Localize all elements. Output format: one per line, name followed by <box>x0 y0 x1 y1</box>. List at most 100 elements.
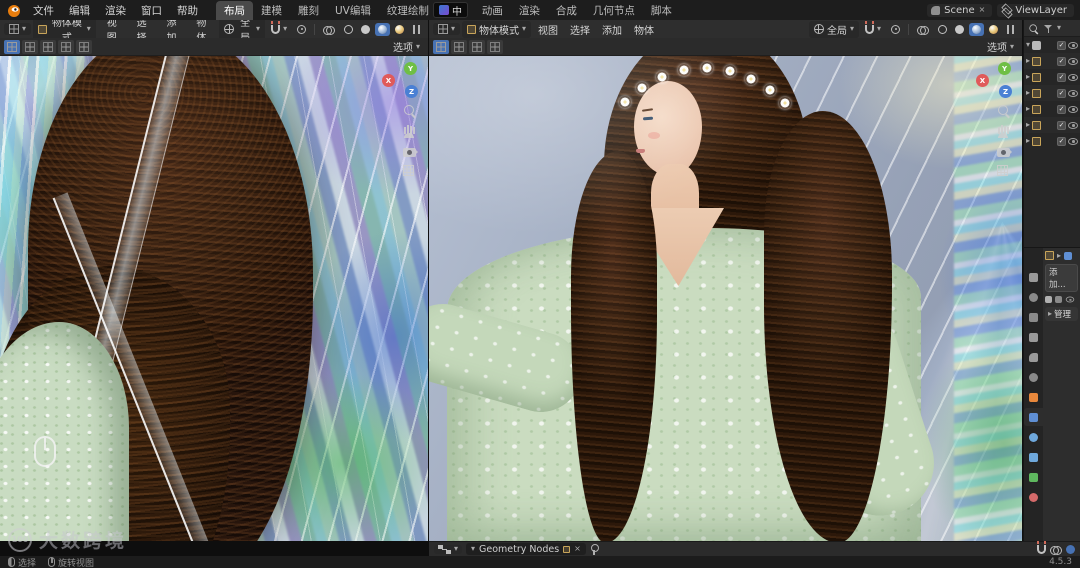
exclude-checkbox[interactable]: ✓ <box>1057 120 1066 130</box>
exclude-checkbox[interactable]: ✓ <box>1057 136 1066 146</box>
workspace-tab-uv[interactable]: UV编辑 <box>327 1 379 20</box>
shading-material-button[interactable] <box>969 22 984 36</box>
outliner-row[interactable]: ▸ ✓ <box>1024 85 1080 101</box>
disclosure-icon[interactable]: ▸ <box>1026 57 1030 65</box>
shading-solid-button[interactable] <box>358 23 373 36</box>
eye-icon[interactable] <box>1068 105 1078 113</box>
eye-icon[interactable] <box>1065 296 1075 303</box>
tool-button-2[interactable] <box>451 39 467 54</box>
gizmo-y-axis[interactable]: Y <box>404 62 417 75</box>
tab-material[interactable] <box>1024 488 1043 506</box>
shading-solid-button[interactable] <box>952 23 967 36</box>
editor-type-button[interactable]: ▾ <box>434 544 463 554</box>
workspace-tab-compositing[interactable]: 合成 <box>548 1 585 20</box>
tool-button-3[interactable] <box>40 39 56 54</box>
shading-rendered-button[interactable] <box>392 23 407 36</box>
zoom-icon[interactable] <box>403 104 416 117</box>
mode-dropdown[interactable]: 物体模式 ▾ <box>462 20 532 38</box>
camera-view-icon[interactable] <box>997 148 1012 157</box>
disclosure-icon[interactable]: ▸ <box>1026 121 1030 129</box>
zoom-icon[interactable] <box>997 104 1010 117</box>
gizmo-z-axis[interactable]: Z <box>405 85 418 98</box>
workspace-tab-modeling[interactable]: 建模 <box>253 1 290 20</box>
display-viewport-icon[interactable] <box>1045 296 1052 303</box>
overlays-icon[interactable] <box>1050 545 1062 555</box>
tab-render[interactable] <box>1024 288 1043 306</box>
disclosure-icon[interactable]: ▸ <box>1026 137 1030 145</box>
snap-button[interactable]: ▾ <box>267 20 291 35</box>
tab-object[interactable] <box>1024 388 1043 406</box>
transform-orientation-dropdown[interactable]: 全局 ▾ <box>808 20 859 38</box>
shading-wireframe-button[interactable] <box>935 23 950 36</box>
snap-button[interactable]: ▾ <box>861 20 885 35</box>
tab-object-data[interactable] <box>1024 468 1043 486</box>
exclude-checkbox[interactable]: ✓ <box>1057 56 1066 66</box>
exclude-checkbox[interactable]: ✓ <box>1057 72 1066 82</box>
tool-select-box-button[interactable] <box>4 39 20 54</box>
active-tool-icon[interactable] <box>1066 544 1075 554</box>
header-overflow-button[interactable] <box>409 24 424 35</box>
navigation-gizmo[interactable]: X Y Z <box>976 62 1012 98</box>
fake-user-icon[interactable] <box>563 545 571 553</box>
close-icon[interactable]: × <box>979 6 986 14</box>
outliner-row[interactable]: ▸ ✓ <box>1024 133 1080 149</box>
workspace-tab-geometry-nodes[interactable]: 几何节点 <box>585 1 643 20</box>
outliner-row[interactable]: ▾ ✓ <box>1024 37 1080 53</box>
scene-selector[interactable]: Scene × <box>927 3 993 17</box>
eye-icon[interactable] <box>1068 41 1078 49</box>
grid-view-icon[interactable] <box>403 165 414 176</box>
manage-subpanel-header[interactable]: ▸ 管理 <box>1045 307 1078 321</box>
editor-type-button[interactable]: ▾ <box>4 23 32 35</box>
browse-dropdown-icon[interactable]: ▾ <box>471 545 475 553</box>
outliner-row[interactable]: ▸ ✓ <box>1024 69 1080 85</box>
overlays-button[interactable] <box>913 24 933 35</box>
shading-wireframe-button[interactable] <box>341 23 356 36</box>
add-modifier-button[interactable]: 添加... <box>1045 264 1078 292</box>
disclosure-icon[interactable]: ▸ <box>1026 73 1030 81</box>
unlink-icon[interactable]: × <box>574 545 581 553</box>
magnet-icon[interactable] <box>1037 540 1046 554</box>
pan-hand-icon[interactable] <box>997 125 1009 138</box>
menu-edit[interactable]: 编辑 <box>62 2 97 19</box>
tab-modifiers[interactable] <box>1024 408 1043 426</box>
shading-material-button[interactable] <box>374 22 390 36</box>
proportional-edit-button[interactable] <box>887 24 904 35</box>
search-icon[interactable] <box>1029 23 1039 33</box>
viewlayer-selector[interactable]: ViewLayer <box>997 3 1074 17</box>
disclosure-icon[interactable]: ▸ <box>1026 105 1030 113</box>
menu-select[interactable]: 选择 <box>565 21 595 38</box>
tab-tool[interactable] <box>1024 268 1043 286</box>
eye-icon[interactable] <box>1068 137 1078 145</box>
tool-button-5[interactable] <box>76 39 92 54</box>
tool-button-4[interactable] <box>58 39 74 54</box>
disclosure-icon[interactable]: ▾ <box>1026 41 1030 49</box>
workspace-tab-animation[interactable]: 动画 <box>474 1 511 20</box>
header-overflow-button[interactable] <box>1003 24 1018 35</box>
pin-icon[interactable] <box>590 543 599 555</box>
exclude-checkbox[interactable]: ✓ <box>1057 88 1066 98</box>
proportional-edit-button[interactable] <box>293 24 310 35</box>
pan-hand-icon[interactable] <box>403 125 415 138</box>
gizmo-x-axis[interactable]: X <box>382 74 395 87</box>
menu-object[interactable]: 物体 <box>629 21 659 38</box>
menu-window[interactable]: 窗口 <box>134 2 169 19</box>
exclude-checkbox[interactable]: ✓ <box>1057 104 1066 114</box>
menu-render[interactable]: 渲染 <box>98 2 133 19</box>
workspace-tab-texture-paint[interactable]: 纹理绘制 <box>379 1 437 20</box>
gizmo-x-axis[interactable]: X <box>976 74 989 87</box>
outliner-row[interactable]: ▸ ✓ <box>1024 101 1080 117</box>
tool-button-3[interactable] <box>469 39 485 54</box>
menu-help[interactable]: 帮助 <box>170 2 205 19</box>
outliner-row[interactable]: ▸ ✓ <box>1024 117 1080 133</box>
tab-scene[interactable] <box>1024 348 1043 366</box>
tool-button-2[interactable] <box>22 39 38 54</box>
menu-add[interactable]: 添加 <box>597 21 627 38</box>
navigation-gizmo[interactable]: X Y Z <box>382 62 418 98</box>
overlays-button[interactable] <box>319 24 339 35</box>
tool-select-box-button[interactable] <box>433 39 449 54</box>
tool-button-4[interactable] <box>487 39 503 54</box>
blender-logo-icon[interactable] <box>6 3 21 18</box>
filter-icon[interactable] <box>1044 24 1053 33</box>
workspace-tab-layout[interactable]: 布局 <box>216 0 253 20</box>
tab-output[interactable] <box>1024 308 1043 326</box>
